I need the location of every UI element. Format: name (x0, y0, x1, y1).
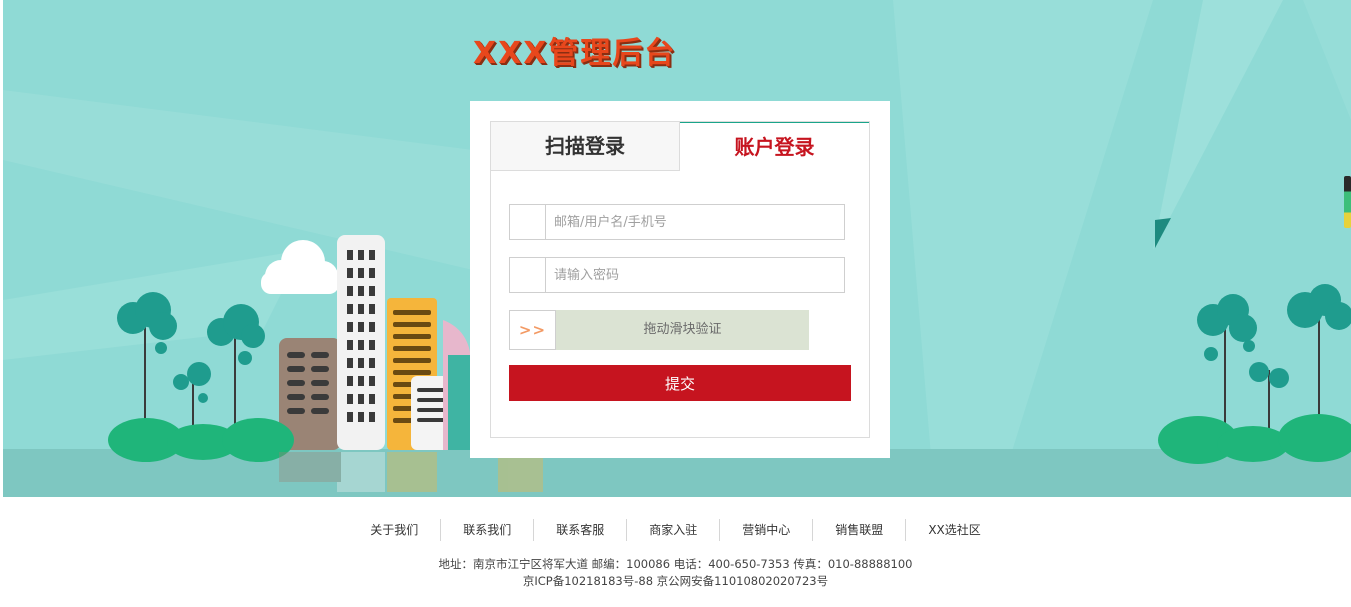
footer-link-merchant[interactable]: 商家入驻 (626, 519, 719, 541)
submit-button[interactable]: 提交 (509, 365, 851, 401)
login-tabs: 扫描登录 账户登录 (491, 122, 869, 171)
user-icon (510, 205, 546, 239)
footer-links: 关于我们 联系我们 联系客服 商家入驻 营销中心 销售联盟 XX选社区 (0, 519, 1351, 541)
footer-link-contact[interactable]: 联系我们 (440, 519, 533, 541)
footer-link-community[interactable]: XX选社区 (905, 519, 1002, 541)
footer-info: 地址：南京市江宁区将军大道 邮编：100086 电话：400-650-7353 … (0, 556, 1351, 590)
password-input[interactable] (554, 258, 834, 292)
footer-link-about[interactable]: 关于我们 (348, 519, 440, 541)
footer-link-support[interactable]: 联系客服 (533, 519, 626, 541)
tab-qr-login[interactable]: 扫描登录 (491, 122, 680, 171)
username-input[interactable] (554, 205, 834, 239)
footer-link-marketing[interactable]: 营销中心 (719, 519, 812, 541)
slider-captcha[interactable]: >> 拖动滑块验证 (509, 310, 809, 350)
tab-account-login[interactable]: 账户登录 (680, 122, 869, 171)
footer-icp: 京ICP备10218183号-88 京公网安备11010802020723号 (522, 574, 829, 588)
slider-hint: 拖动滑块验证 (643, 322, 722, 337)
footer-address: 地址：南京市江宁区将军大道 邮编：100086 电话：400-650-7353 … (438, 557, 913, 571)
username-field[interactable] (509, 204, 845, 240)
lock-icon (510, 258, 546, 292)
side-scroll-widget[interactable] (1344, 176, 1351, 228)
brand-title: XXX管理后台 (473, 36, 677, 71)
login-card: 扫描登录 账户登录 >> 拖动滑块验证 提交 (470, 101, 890, 458)
login-panel: 扫描登录 账户登录 >> 拖动滑块验证 提交 (490, 121, 870, 438)
slider-handle[interactable]: >> (509, 310, 556, 350)
password-field[interactable] (509, 257, 845, 293)
footer-link-alliance[interactable]: 销售联盟 (812, 519, 905, 541)
